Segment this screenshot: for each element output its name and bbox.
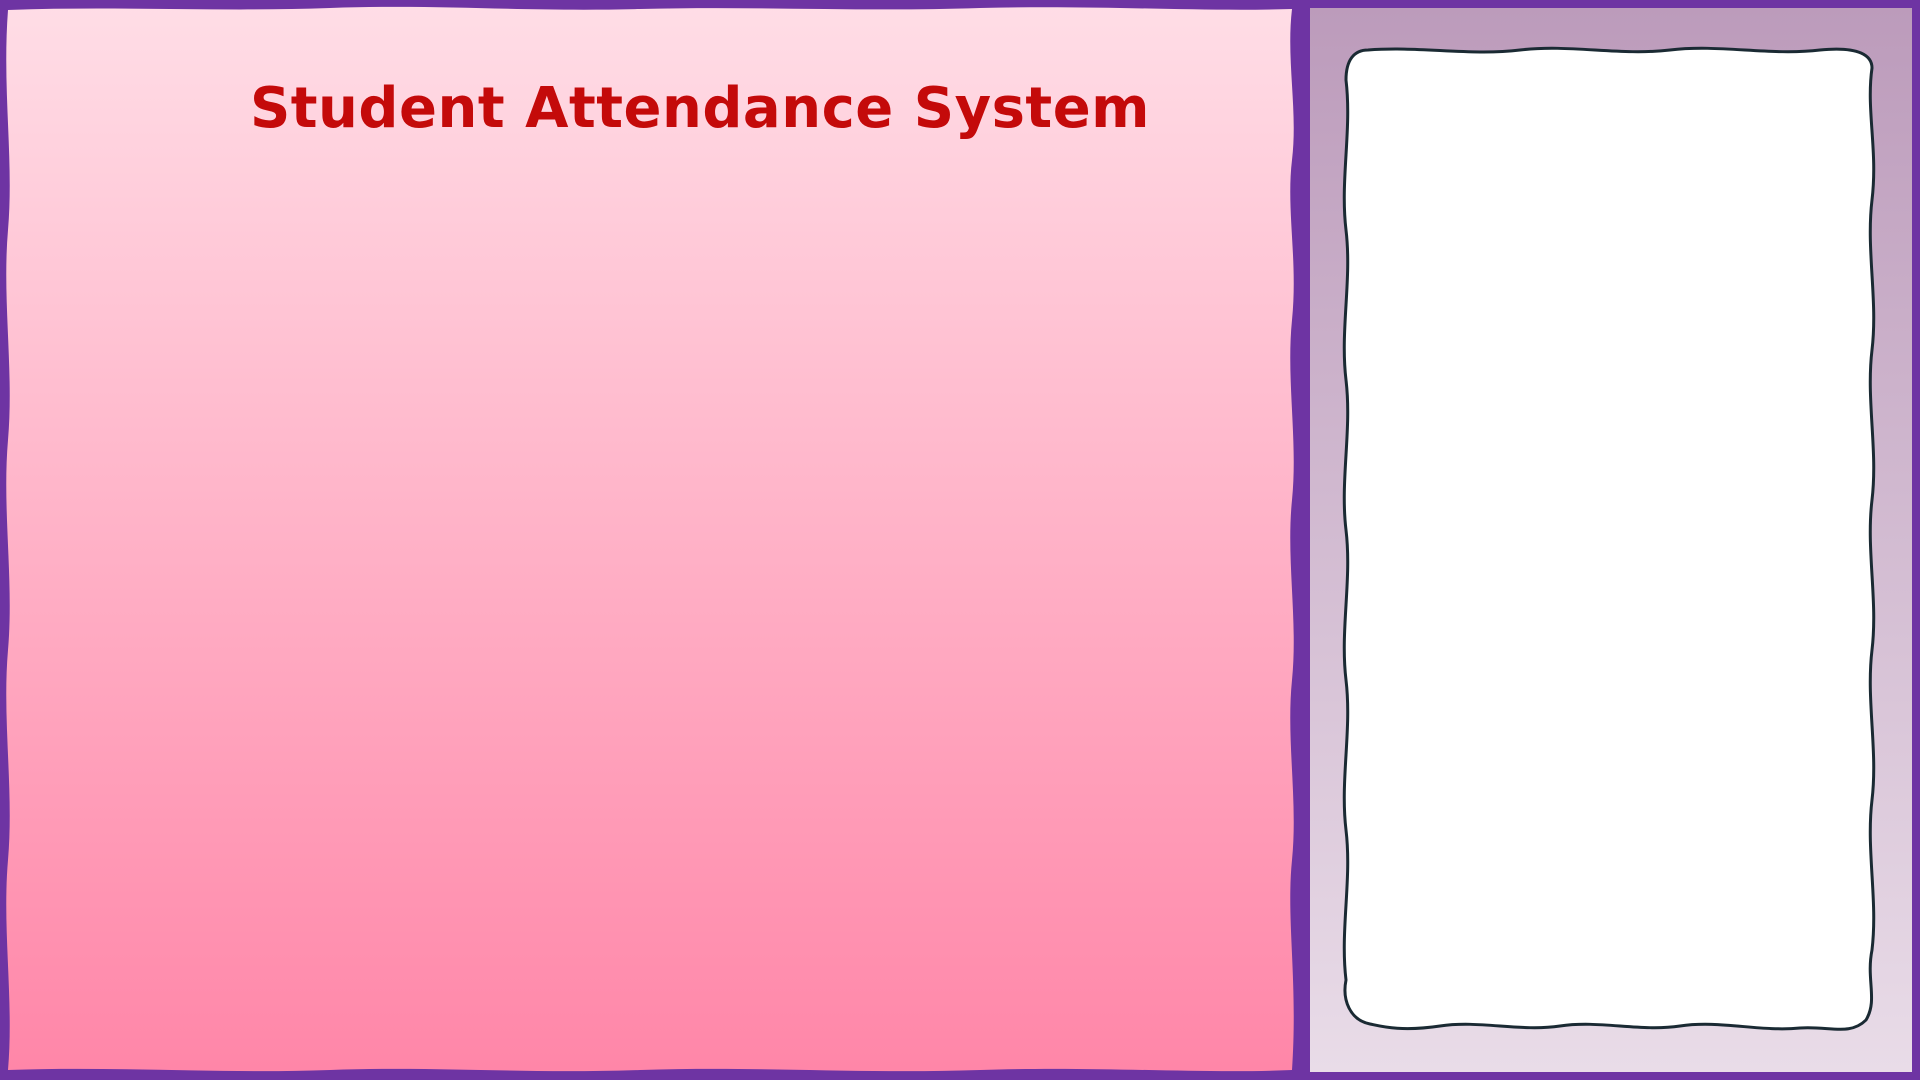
app-window: Student Attendance System bbox=[0, 0, 1920, 1080]
app-frame bbox=[0, 0, 1920, 1080]
main-panel bbox=[6, 6, 1294, 1072]
page-title: Student Attendance System bbox=[249, 76, 1151, 141]
side-card bbox=[1342, 46, 1876, 1031]
